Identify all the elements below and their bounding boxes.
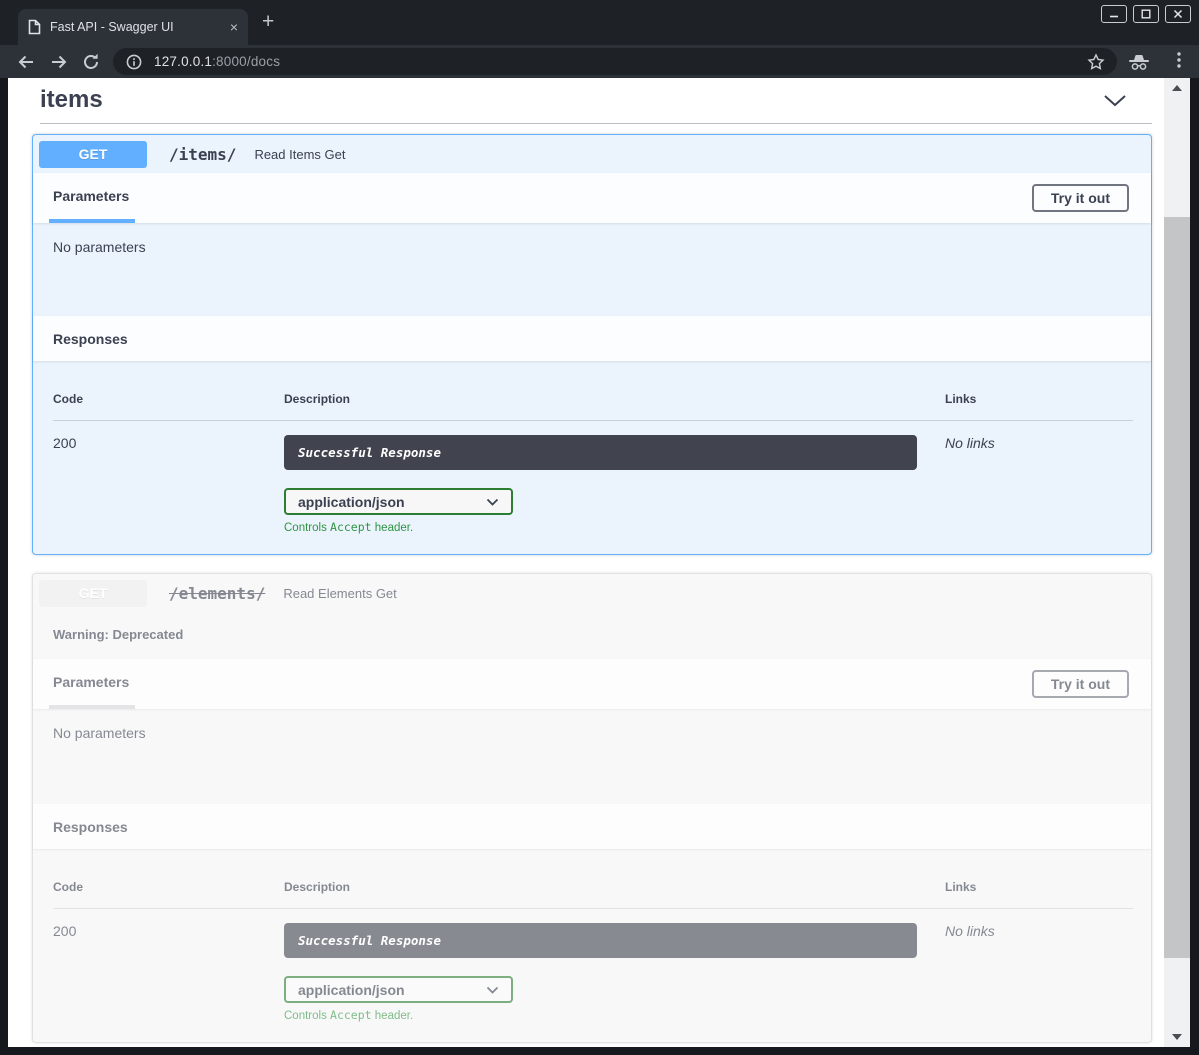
site-info-icon[interactable] (126, 54, 142, 70)
opblock-summary[interactable]: GET /elements/ Read Elements Get (33, 574, 1151, 612)
responses-table-head: Code Description Links (53, 392, 1133, 421)
browser-toolbar: 127.0.0.1:8000/docs (0, 45, 1199, 78)
collapse-chevron-icon[interactable] (1103, 94, 1127, 112)
browser-window: Fast API - Swagger UI × + (0, 0, 1199, 1055)
accept-header-note: Controls Accept header. (284, 520, 945, 534)
browser-tab[interactable]: Fast API - Swagger UI × (18, 9, 248, 45)
new-tab-button[interactable]: + (262, 9, 274, 35)
maximize-button[interactable] (1133, 5, 1159, 23)
col-description: Description (284, 880, 945, 894)
responses-body: Code Description Links 200 Successful Re… (33, 880, 1151, 1042)
scroll-up-icon[interactable] (1164, 80, 1190, 96)
parameters-tab[interactable]: Parameters (49, 659, 135, 709)
accept-header-note: Controls Accept header. (284, 1008, 945, 1022)
swagger-page: items GET /items/ Read Items Get Paramet… (8, 78, 1164, 1047)
parameters-header: Parameters Try it out (33, 659, 1151, 709)
back-icon[interactable] (16, 52, 36, 77)
responses-header: Responses (33, 804, 1151, 849)
col-description: Description (284, 392, 945, 406)
page-scrollbar[interactable] (1164, 78, 1190, 1047)
reload-icon[interactable] (81, 52, 101, 77)
method-badge: GET (39, 141, 147, 168)
response-links: No links (945, 435, 1133, 534)
response-row: 200 Successful Response application/json… (53, 923, 1133, 1022)
try-it-out-button[interactable]: Try it out (1032, 670, 1129, 698)
endpoint-path: /items/ (169, 145, 236, 164)
select-chevron-icon (486, 498, 499, 506)
deprecated-warning: Warning: Deprecated (33, 612, 1151, 659)
scrollbar-thumb[interactable] (1164, 217, 1190, 958)
url-text: 127.0.0.1:8000/docs (154, 54, 280, 69)
response-code: 200 (53, 923, 284, 1022)
col-code: Code (53, 392, 284, 406)
page-icon (28, 19, 41, 35)
try-it-out-button[interactable]: Try it out (1032, 184, 1129, 212)
col-links: Links (945, 392, 1133, 406)
tag-title: items (40, 86, 103, 114)
parameters-header: Parameters Try it out (33, 173, 1151, 223)
opblock-summary[interactable]: GET /items/ Read Items Get (33, 135, 1151, 173)
col-code: Code (53, 880, 284, 894)
responses-table-head: Code Description Links (53, 880, 1133, 909)
close-button[interactable] (1165, 5, 1191, 23)
menu-icon[interactable] (1177, 51, 1181, 73)
bookmark-star-icon[interactable] (1087, 53, 1105, 76)
media-type-select[interactable]: application/json (284, 488, 513, 515)
endpoint-summary: Read Elements Get (283, 586, 396, 601)
endpoint-path: /elements/ (169, 584, 265, 603)
media-type-select[interactable]: application/json (284, 976, 513, 1003)
response-links: No links (945, 923, 1133, 1022)
minimize-button[interactable] (1101, 5, 1127, 23)
select-chevron-icon (486, 986, 499, 994)
responses-header: Responses (33, 316, 1151, 361)
incognito-icon (1127, 53, 1151, 76)
scroll-down-icon[interactable] (1164, 1029, 1190, 1045)
tag-section-header[interactable]: items (40, 78, 1152, 124)
response-description-cell: Successful Response application/json Con… (284, 923, 945, 1022)
window-controls (1101, 5, 1191, 23)
browser-titlebar: Fast API - Swagger UI × + (0, 0, 1199, 45)
no-parameters-text: No parameters (33, 709, 1151, 804)
forward-icon[interactable] (49, 52, 69, 77)
opblock-elements-deprecated: GET /elements/ Read Elements Get Warning… (32, 573, 1152, 1043)
tab-title: Fast API - Swagger UI (50, 20, 224, 34)
opblock-items: GET /items/ Read Items Get Parameters Tr… (32, 134, 1152, 555)
endpoint-summary: Read Items Get (254, 147, 345, 162)
no-parameters-text: No parameters (33, 223, 1151, 316)
response-description-cell: Successful Response application/json Con… (284, 435, 945, 534)
response-description: Successful Response (284, 435, 917, 470)
response-row: 200 Successful Response application/json… (53, 435, 1133, 534)
tab-close-icon[interactable]: × (230, 20, 238, 34)
url-path: :8000/docs (212, 54, 280, 69)
address-bar[interactable]: 127.0.0.1:8000/docs (113, 48, 1117, 75)
method-badge: GET (39, 580, 147, 607)
col-links: Links (945, 880, 1133, 894)
response-description: Successful Response (284, 923, 917, 958)
response-code: 200 (53, 435, 284, 534)
url-host: 127.0.0.1 (154, 54, 212, 69)
parameters-tab[interactable]: Parameters (49, 173, 135, 223)
responses-body: Code Description Links 200 Successful Re… (33, 392, 1151, 554)
